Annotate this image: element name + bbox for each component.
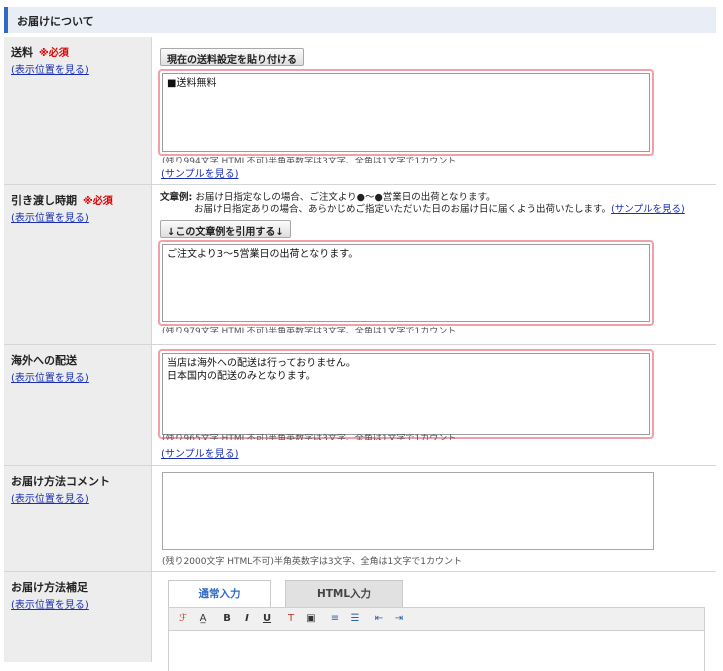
overseas-textarea-frame: 当店は海外への配送は行っておりません。 日本国内の配送のみとなります。 [158,349,654,439]
ordered-list-icon[interactable]: ≡ [327,611,343,627]
shipping-textarea[interactable]: ■送料無料 [162,73,650,152]
bold-icon[interactable]: B [219,611,235,627]
underline-icon[interactable]: U [259,611,275,627]
overseas-content: 当店は海外への配送は行っておりません。 日本国内の配送のみとなります。 (残り9… [152,345,716,465]
unordered-list-icon[interactable]: ☰ [347,611,363,627]
editor-body[interactable] [168,631,705,671]
example-line-1: お届け日指定なしの場合、ご注文より●〜●営業日の出荷となります。 [195,192,496,203]
method-comment-label-cell: お届け方法コメント (表示位置を見る) [4,466,152,571]
method-comment-textarea[interactable] [162,472,654,550]
method-comment-content: (残り2000文字 HTML不可)半角英数字は3文字、全角は1文字で1カウント [152,466,716,571]
method-comment-label: お届け方法コメント [11,475,110,488]
method-supplement-content: 通常入力 HTML入力 ℱ A̲ B I U T ▣ ≡ ☰ ⇤ ⇥ [152,572,716,671]
section-title: お届けについて [4,7,716,33]
overseas-show-position-link[interactable]: (表示位置を見る) [11,369,151,384]
font-family-icon[interactable]: ℱ [175,611,191,627]
indent-icon[interactable]: ⇥ [391,611,407,627]
delivery-settings-page: お届けについて 送料 ※必須 (表示位置を見る) 現在の送料設定を貼り付ける ■送… [0,0,723,671]
example-text: 文章例: お届け日指定なしの場合、ご注文より●〜●営業日の出荷となります。 お届… [160,192,685,216]
method-supplement-label-cell: お届け方法補足 (表示位置を見る) [4,572,152,662]
image-icon[interactable]: ▣ [303,611,319,627]
delivery-time-show-position-link[interactable]: (表示位置を見る) [11,209,151,224]
method-supplement-row: お届け方法補足 (表示位置を見る) 通常入力 HTML入力 ℱ A̲ B I U T ▣ ≡ ☰… [4,572,716,671]
outdent-icon[interactable]: ⇤ [371,611,387,627]
delivery-time-char-counter: (残り979文字 HTML不可)半角英数字は3文字、全角は1文字で1カウント [162,327,457,333]
shipping-label: 送料 [11,46,33,59]
delivery-time-label: 引き渡し時期 [11,194,77,207]
required-mark: ※必須 [83,196,113,207]
method-comment-row: お届け方法コメント (表示位置を見る) (残り2000文字 HTML不可)半角英… [4,466,716,572]
delivery-time-textarea-frame: ご注文より3〜5営業日の出荷となります。 [158,240,654,326]
italic-icon[interactable]: I [239,611,255,627]
delivery-time-row: 引き渡し時期 ※必須 (表示位置を見る) 文章例: お届け日指定なしの場合、ご注文… [4,185,716,345]
tab-html-input[interactable]: HTML入力 [285,580,403,607]
delivery-time-textarea[interactable]: ご注文より3〜5営業日の出荷となります。 [162,244,650,322]
quote-example-button[interactable]: ↓この文章例を引用する↓ [160,220,291,238]
shipping-show-position-link[interactable]: (表示位置を見る) [11,61,151,76]
overseas-char-counter: (残り965文字 HTML不可)半角英数字は3文字、全角は1文字で1カウント [162,434,457,440]
required-mark: ※必須 [39,48,69,59]
overseas-textarea[interactable]: 当店は海外への配送は行っておりません。 日本国内の配送のみとなります。 [162,353,650,435]
shipping-char-counter: (残り994文字 HTML不可)半角英数字は3文字、全角は1文字で1カウント [162,157,457,163]
shipping-row: 送料 ※必須 (表示位置を見る) 現在の送料設定を貼り付ける ■送料無料 (残り9… [4,37,716,185]
text-color-icon[interactable]: T [283,611,299,627]
shipping-textarea-frame: ■送料無料 [158,69,654,156]
method-supplement-label: お届け方法補足 [11,581,88,594]
delivery-time-content: 文章例: お届け日指定なしの場合、ご注文より●〜●営業日の出荷となります。 お届… [152,185,716,344]
overseas-row: 海外への配送 (表示位置を見る) 当店は海外への配送は行っておりません。 日本国… [4,345,716,466]
shipping-label-cell: 送料 ※必須 (表示位置を見る) [4,37,152,184]
method-comment-show-position-link[interactable]: (表示位置を見る) [11,490,151,505]
example-label: 文章例: [160,192,193,203]
overseas-sample-link[interactable]: (サンプルを見る) [161,445,239,460]
method-comment-char-counter: (残り2000文字 HTML不可)半角英数字は3文字、全角は1文字で1カウント [162,557,463,567]
overseas-label-cell: 海外への配送 (表示位置を見る) [4,345,152,465]
font-size-icon[interactable]: A̲ [195,611,211,627]
overseas-label: 海外への配送 [11,354,77,367]
example-sample-link[interactable]: (サンプルを見る) [611,204,685,215]
shipping-content: 現在の送料設定を貼り付ける ■送料無料 (残り994文字 HTML不可)半角英数… [152,37,716,184]
editor-toolbar: ℱ A̲ B I U T ▣ ≡ ☰ ⇤ ⇥ [168,607,705,631]
shipping-sample-link[interactable]: (サンプルを見る) [161,165,239,180]
editor-tabs: 通常入力 HTML入力 [168,580,668,607]
tab-normal-input[interactable]: 通常入力 [168,580,271,607]
method-supplement-show-position-link[interactable]: (表示位置を見る) [11,596,151,611]
example-line-2: お届け日指定ありの場合、あらかじめご指定いただいた日のお届け日に届くよう出荷いた… [194,204,612,215]
delivery-time-label-cell: 引き渡し時期 ※必須 (表示位置を見る) [4,185,152,344]
paste-shipping-button[interactable]: 現在の送料設定を貼り付ける [160,48,304,66]
